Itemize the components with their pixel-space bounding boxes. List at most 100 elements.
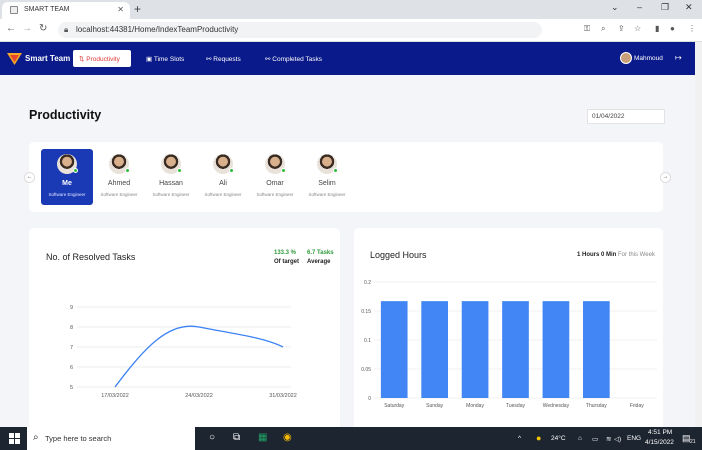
zoom-icon[interactable]: ⌕ <box>601 24 605 34</box>
weather-icon[interactable]: ● <box>536 433 541 443</box>
profile-icon[interactable]: ● <box>670 24 675 33</box>
member-role: Software Engineer <box>204 192 242 197</box>
minimize-icon[interactable]: – <box>637 2 642 12</box>
browser-tab[interactable]: SMART TEAM ✕ <box>2 2 130 19</box>
x-tick-label: Monday <box>466 403 484 409</box>
member-role: Software Engineer <box>100 192 138 197</box>
team-next-arrow-icon[interactable]: → <box>660 172 671 183</box>
team-member-hassan[interactable]: Hassan Software Engineer <box>145 149 197 205</box>
logged-hours-value: 1 Hours 0 Min <box>577 252 617 258</box>
bar <box>380 301 408 398</box>
x-tick-label: Friday <box>630 403 644 409</box>
x-tick-label: Wednesday <box>543 403 570 409</box>
volume-icon[interactable]: ◁) <box>614 435 621 443</box>
notification-count: 21 <box>690 439 696 445</box>
favicon-icon <box>10 6 18 14</box>
browser-toolbar: ← → ↻ 🔒︎ localhost:44381/Home/IndexTeamP… <box>0 19 702 42</box>
excel-icon[interactable]: ▦ <box>258 432 267 443</box>
team-prev-arrow-icon[interactable]: ← <box>24 172 35 183</box>
date-picker[interactable]: 01/04/2022 <box>587 109 665 124</box>
member-role: Software Engineer <box>152 192 190 197</box>
taskbar-search-box[interactable]: ⌕ Type here to search <box>27 427 195 450</box>
sidebar-icon[interactable]: ▮ <box>655 24 659 33</box>
logged-hours-bar-chart: 0 0.05 0.1 0.15 0.2 Saturday Sunday Monday Tuesd… <box>361 280 657 409</box>
nav-time-slots[interactable]: ▣ Time Slots <box>140 50 190 67</box>
member-name: Selim <box>318 180 336 187</box>
task-view-icon[interactable]: ⧉ <box>233 432 240 443</box>
x-tick-label: Saturday <box>384 403 405 409</box>
window-close-icon[interactable]: ✕ <box>685 2 693 13</box>
y-tick-label: 0.05 <box>361 367 371 373</box>
page-scrollbar[interactable] <box>695 42 702 427</box>
clock-time[interactable]: 4:51 PM <box>648 429 672 436</box>
windows-taskbar: ⌕ Type here to search ○ ⧉ ▦ ◉ ^ ● 24°C ⌂… <box>0 427 702 450</box>
y-tick-label: 5 <box>70 385 73 391</box>
online-status-icon <box>73 168 78 173</box>
user-name[interactable]: Mahmoud <box>634 55 663 62</box>
windows-start-icon[interactable] <box>9 433 20 444</box>
online-status-icon <box>125 168 130 173</box>
chrome-icon[interactable]: ◉ <box>283 432 292 443</box>
bar <box>502 301 529 398</box>
share-icon[interactable]: ⇪ <box>618 24 625 33</box>
y-tick-label: 6 <box>70 365 73 371</box>
resolved-tasks-line-chart: 5 6 7 8 9 17/03/2022 24/03/2022 31/03/2022 <box>70 305 297 399</box>
member-role: Software Engineer <box>256 192 294 197</box>
maximize-icon[interactable]: ❐ <box>661 2 669 13</box>
team-member-selim[interactable]: Selim Software Engineer <box>301 149 353 205</box>
address-bar[interactable]: 🔒︎ localhost:44381/Home/IndexTeamProduct… <box>58 22 542 38</box>
nav-completed-tasks[interactable]: ⚯ Completed Tasks <box>259 50 328 67</box>
lock-icon: 🔒︎ <box>64 25 69 34</box>
logout-icon[interactable]: ↦ <box>675 53 682 62</box>
bookmark-star-icon[interactable]: ☆ <box>634 24 641 33</box>
team-member-ali[interactable]: Ali Software Engineer <box>197 149 249 205</box>
reload-icon[interactable]: ↻ <box>39 23 47 34</box>
nav-label: Completed Tasks <box>272 56 323 63</box>
search-placeholder: Type here to search <box>45 434 112 443</box>
y-tick-label: 0 <box>368 396 371 402</box>
temperature[interactable]: 24°C <box>551 435 566 442</box>
average-label: Average <box>307 259 331 265</box>
tab-search-icon[interactable]: ⌄ <box>611 2 619 13</box>
close-tab-icon[interactable]: ✕ <box>117 5 124 14</box>
new-tab-icon[interactable]: + <box>134 2 141 16</box>
network-icon[interactable]: ⌂ <box>578 435 582 442</box>
browser-tab-strip: SMART TEAM ✕ + ⌄ – ❐ ✕ <box>0 0 702 19</box>
resolved-tasks-title: No. of Resolved Tasks <box>46 252 136 262</box>
calendar-icon: ▣ <box>146 56 154 63</box>
member-name: Ali <box>219 180 227 187</box>
back-icon[interactable]: ← <box>6 23 16 34</box>
team-member-me[interactable]: Me Software Engineer <box>41 149 93 205</box>
logged-hours-summary: 1 Hours 0 Min For this Week <box>577 252 655 258</box>
member-name: Omar <box>266 180 284 187</box>
browser-tab-title: SMART TEAM <box>24 6 70 13</box>
nav-productivity[interactable]: ⇅ Productivity <box>73 50 131 67</box>
y-tick-label: 0.15 <box>361 309 371 315</box>
bar <box>421 301 448 398</box>
member-role: Software Engineer <box>48 192 86 197</box>
wifi-icon[interactable]: ≋ <box>606 435 611 443</box>
battery-icon[interactable]: ▭ <box>592 435 598 443</box>
team-member-omar[interactable]: Omar Software Engineer <box>249 149 301 205</box>
team-member-ahmed[interactable]: Ahmed Software Engineer <box>93 149 145 205</box>
series-line <box>114 325 284 388</box>
nav-requests[interactable]: ⚯ Requests <box>200 50 247 67</box>
y-tick-label: 9 <box>70 305 73 311</box>
tray-expand-icon[interactable]: ^ <box>518 435 521 442</box>
member-name: Hassan <box>159 180 183 187</box>
nav-label: Requests <box>213 56 241 63</box>
bar <box>542 301 570 398</box>
x-tick-label: 17/03/2022 <box>101 393 129 399</box>
average-tasks: 6.7 Tasks <box>307 250 334 256</box>
y-tick-label: 8 <box>70 325 73 331</box>
clock-date[interactable]: 4/15/2022 <box>645 439 674 446</box>
member-name: Ahmed <box>107 180 131 187</box>
y-tick-label: 0.2 <box>364 280 371 286</box>
key-icon[interactable]: ⚿ <box>584 24 590 34</box>
cortana-icon[interactable]: ○ <box>209 432 215 443</box>
browser-menu-icon[interactable]: ⋮ <box>688 24 696 33</box>
language-indicator[interactable]: ENG <box>627 435 641 442</box>
nav-label: Productivity <box>86 56 120 63</box>
user-avatar[interactable] <box>620 52 632 64</box>
forward-icon[interactable]: → <box>22 23 32 34</box>
